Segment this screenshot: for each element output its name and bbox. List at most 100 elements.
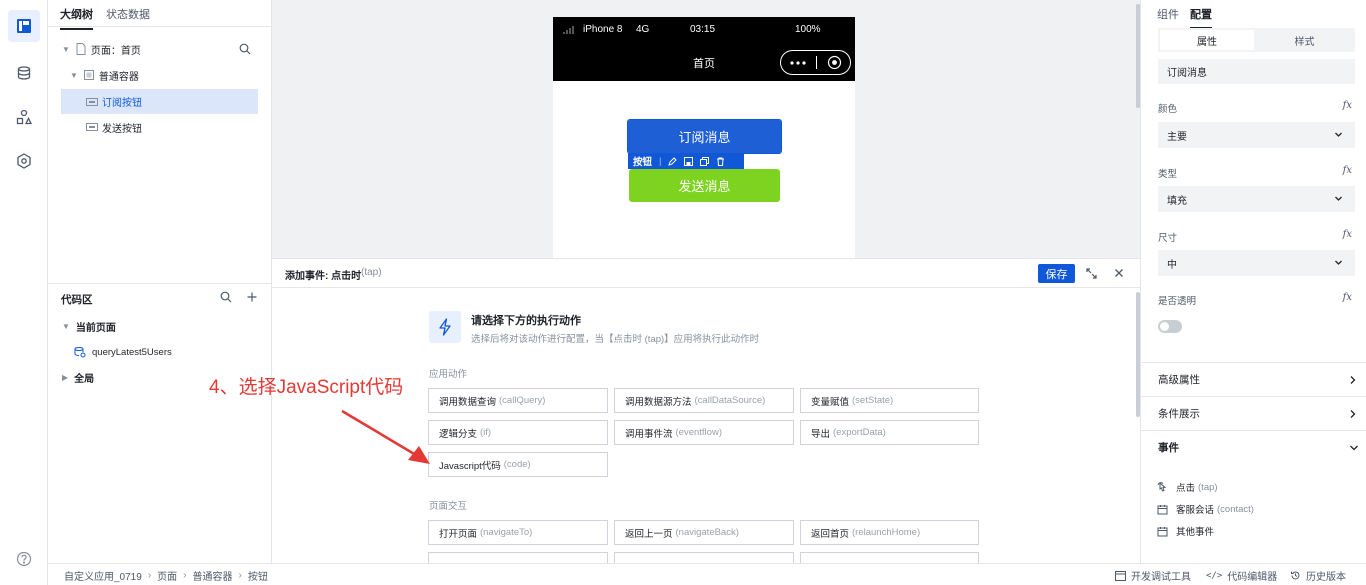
action-navigate-to[interactable]: 打开页面 (navigateTo) xyxy=(428,520,608,545)
help-icon[interactable] xyxy=(8,543,40,575)
action-set-state[interactable]: 变量赋值 (setState) xyxy=(800,388,979,413)
color-select[interactable]: 主要 xyxy=(1158,122,1355,148)
tree-node-container[interactable]: ▼ 普通容器 xyxy=(70,63,260,87)
breadcrumb-container[interactable]: 普通容器 xyxy=(193,568,233,583)
code-editor-button[interactable]: </> 代码编辑器 xyxy=(1206,568,1277,584)
save-button[interactable]: 保存 xyxy=(1038,264,1075,283)
fx-icon[interactable]: fx xyxy=(1343,165,1352,176)
field-label-color: 颜色 xyxy=(1158,104,1178,115)
segment-control: 属性 样式 xyxy=(1158,28,1355,52)
chevron-down-icon xyxy=(1335,260,1342,265)
tab-config[interactable]: 配置 xyxy=(1190,6,1212,29)
action-row-partial[interactable] xyxy=(614,552,794,563)
code-node-query-label: queryLatest5Users xyxy=(92,346,172,358)
container-icon xyxy=(83,70,94,80)
action-navigate-back[interactable]: 返回上一页 (navigateBack) xyxy=(614,520,794,545)
save-icon[interactable] xyxy=(684,156,694,166)
send-message-button[interactable]: 发送消息 xyxy=(629,169,780,202)
chevron-down-icon xyxy=(1350,445,1358,451)
search-icon[interactable] xyxy=(239,43,251,55)
prompt-description: 选择后将对该动作进行配置，当【点击时 (tap)】应用将执行此动作时 xyxy=(471,334,760,345)
fx-icon[interactable]: fx xyxy=(1343,229,1352,240)
code-node-current-page[interactable]: ▼ 当前页面 xyxy=(62,314,262,338)
phone-time: 03:15 xyxy=(690,24,716,35)
field-label-type: 类型 xyxy=(1158,169,1178,180)
database-icon[interactable] xyxy=(8,57,40,89)
selection-label: 按钮 xyxy=(633,157,653,168)
fx-icon[interactable]: fx xyxy=(1343,100,1352,111)
action-if[interactable]: 逻辑分支 (if) xyxy=(428,420,608,445)
size-select[interactable]: 中 xyxy=(1158,250,1355,276)
tab-components[interactable]: 组件 xyxy=(1157,6,1179,29)
action-row-partial[interactable] xyxy=(428,552,608,563)
capsule-menu[interactable] xyxy=(780,50,851,75)
action-relaunch-home[interactable]: 返回首页 (relaunchHome) xyxy=(800,520,979,545)
breadcrumb-app[interactable]: 自定义应用_0719 xyxy=(64,568,142,583)
event-item-tap[interactable]: 点击 (tap) xyxy=(1157,480,1218,494)
breadcrumb-button[interactable]: 按钮 xyxy=(248,568,268,583)
event-panel-title: 添加事件: 点击时 xyxy=(285,271,362,282)
annotation-arrow xyxy=(341,409,430,464)
breadcrumb-page[interactable]: 页面 xyxy=(157,568,177,583)
more-dots-icon[interactable] xyxy=(790,61,806,65)
add-icon[interactable] xyxy=(246,291,258,303)
advanced-properties-section[interactable]: 高级属性 xyxy=(1141,362,1366,396)
history-button[interactable]: 历史版本 xyxy=(1290,568,1346,583)
code-area-title: 代码区 xyxy=(61,294,93,306)
tree-node-container-label: 普通容器 xyxy=(98,71,139,83)
components-icon[interactable] xyxy=(8,101,40,133)
edit-icon[interactable] xyxy=(668,156,678,166)
delete-icon[interactable] xyxy=(716,157,725,166)
code-area-panel: 代码区 ▼ 当前页面 queryLatest5Users ▶ 全局 xyxy=(48,283,272,563)
copy-icon[interactable] xyxy=(700,156,710,166)
code-node-current-page-label: 当前页面 xyxy=(75,322,116,334)
type-select[interactable]: 填充 xyxy=(1158,186,1355,212)
calendar-icon xyxy=(1157,526,1168,536)
action-eventflow[interactable]: 调用事件流 (eventflow) xyxy=(614,420,794,445)
phone-preview: iPhone 8 4G 03:15 100% 首页 订阅消息 按钮 | 发送消息 xyxy=(553,17,855,258)
chevron-right-icon xyxy=(1350,376,1356,384)
field-label-size: 尺寸 xyxy=(1158,233,1178,244)
event-panel-header: 添加事件: 点击时 (tap) 保存 xyxy=(272,258,1140,288)
action-row-partial[interactable] xyxy=(800,552,979,563)
tree-node-page[interactable]: ▼ 页面：首页 xyxy=(62,37,262,61)
event-item-other[interactable]: 其他事件 xyxy=(1157,524,1214,538)
device-name: iPhone 8 xyxy=(583,24,623,35)
action-export-data[interactable]: 导出 (exportData) xyxy=(800,420,979,445)
search-icon[interactable] xyxy=(220,291,232,303)
events-section[interactable]: 事件 xyxy=(1141,430,1366,464)
tree-node-send-button[interactable]: 发送按钮 xyxy=(86,115,256,139)
segment-styles[interactable]: 样式 xyxy=(1256,30,1353,50)
tree-node-subscribe-button[interactable]: 订阅按钮 xyxy=(61,89,258,114)
caret-down-icon: ▼ xyxy=(62,44,70,54)
tree-node-page-label: 页面：首页 xyxy=(90,45,141,57)
expand-icon[interactable] xyxy=(1085,267,1098,280)
phone-page-title: 首页 xyxy=(693,58,715,70)
close-miniapp-icon[interactable] xyxy=(827,55,842,70)
settings-hex-icon[interactable] xyxy=(8,145,40,177)
segment-properties[interactable]: 属性 xyxy=(1160,30,1254,50)
action-call-datasource[interactable]: 调用数据源方法 (callDataSource) xyxy=(614,388,794,413)
action-javascript-code[interactable]: Javascript代码 (code) xyxy=(428,452,608,477)
outline-panel: 大纲树 状态数据 ▼ 页面：首页 ▼ 普通容器 订阅按钮 发送按钮 xyxy=(48,0,272,283)
network-label: 4G xyxy=(636,24,650,35)
code-node-query[interactable]: queryLatest5Users xyxy=(74,340,264,364)
terminal-icon xyxy=(1115,570,1126,581)
phone-status-bar: iPhone 8 4G 03:15 100% 首页 xyxy=(553,17,855,81)
close-icon[interactable] xyxy=(1114,268,1124,278)
history-icon xyxy=(1291,571,1300,580)
code-node-global-label: 全局 xyxy=(74,373,95,385)
field-label-transparent: 是否透明 xyxy=(1158,296,1197,307)
component-name-input[interactable]: 订阅消息 xyxy=(1158,59,1355,84)
icon-rail xyxy=(0,0,48,585)
subscribe-message-button[interactable]: 订阅消息 xyxy=(627,119,782,154)
conditional-display-section[interactable]: 条件展示 xyxy=(1141,396,1366,430)
outline-tree-icon[interactable] xyxy=(8,10,40,42)
action-call-query[interactable]: 调用数据查询 (callQuery) xyxy=(428,388,608,413)
code-icon: </> xyxy=(1206,570,1223,581)
event-item-contact[interactable]: 客服会话 (contact) xyxy=(1157,502,1254,516)
lightning-icon xyxy=(429,311,461,343)
fx-icon[interactable]: fx xyxy=(1343,292,1352,303)
dev-tools-button[interactable]: 开发调试工具 xyxy=(1115,568,1191,583)
transparent-toggle[interactable] xyxy=(1158,320,1182,333)
